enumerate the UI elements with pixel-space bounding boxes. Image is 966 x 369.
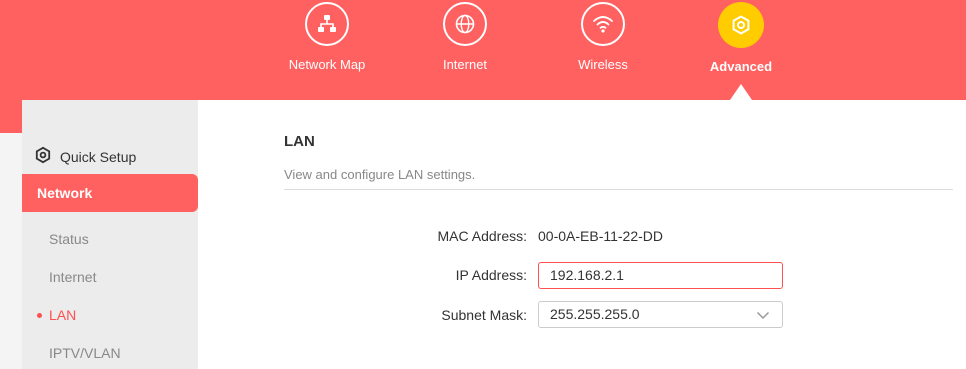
ip-address-input[interactable]: 192.168.2.1 bbox=[538, 262, 783, 289]
globe-icon bbox=[443, 2, 487, 46]
subnet-mask-value: 255.255.255.0 bbox=[550, 306, 640, 322]
sidebar-section-network[interactable]: Network bbox=[22, 174, 198, 212]
sidebar-item-status[interactable]: Status bbox=[49, 231, 89, 247]
sidebar-item-quick-setup[interactable]: Quick Setup bbox=[34, 146, 136, 167]
sidebar-item-iptv-vlan[interactable]: IPTV/VLAN bbox=[49, 345, 121, 361]
main-content: LAN View and configure LAN settings. MAC… bbox=[198, 100, 966, 369]
page-description: View and configure LAN settings. bbox=[284, 167, 476, 182]
sidebar: Quick Setup Network Status Internet LAN … bbox=[22, 100, 198, 369]
sidebar-item-label: LAN bbox=[49, 307, 77, 323]
mac-address-label: MAC Address: bbox=[437, 228, 527, 244]
nav-internet[interactable]: Internet bbox=[395, 0, 535, 72]
network-map-icon bbox=[305, 2, 349, 46]
subnet-mask-select[interactable]: 255.255.255.0 bbox=[538, 301, 783, 328]
nav-label-wireless: Wireless bbox=[578, 57, 628, 72]
nav-wireless[interactable]: Wireless bbox=[533, 0, 673, 72]
divider bbox=[284, 189, 953, 190]
page-title: LAN bbox=[284, 133, 315, 150]
active-dot-icon bbox=[37, 312, 42, 318]
subnet-mask-label: Subnet Mask: bbox=[441, 307, 527, 323]
nav-advanced[interactable]: Advanced bbox=[671, 0, 811, 74]
gear-icon bbox=[718, 2, 764, 48]
ip-address-label: IP Address: bbox=[455, 267, 527, 283]
sidebar-item-lan[interactable]: LAN bbox=[37, 307, 76, 323]
wifi-icon bbox=[581, 2, 625, 46]
sidebar-item-label: Quick Setup bbox=[60, 148, 137, 165]
gear-icon bbox=[34, 146, 52, 167]
active-tab-pointer bbox=[730, 84, 752, 100]
nav-label-internet: Internet bbox=[442, 57, 488, 72]
nav-label-advanced: Advanced bbox=[709, 59, 773, 74]
nav-label-network-map: Network Map bbox=[288, 57, 366, 72]
mac-address-value: 00-0A-EB-11-22-DD bbox=[538, 228, 664, 244]
nav-network-map[interactable]: Network Map bbox=[257, 0, 397, 72]
sidebar-item-internet[interactable]: Internet bbox=[49, 269, 96, 285]
chevron-down-icon bbox=[755, 306, 771, 331]
